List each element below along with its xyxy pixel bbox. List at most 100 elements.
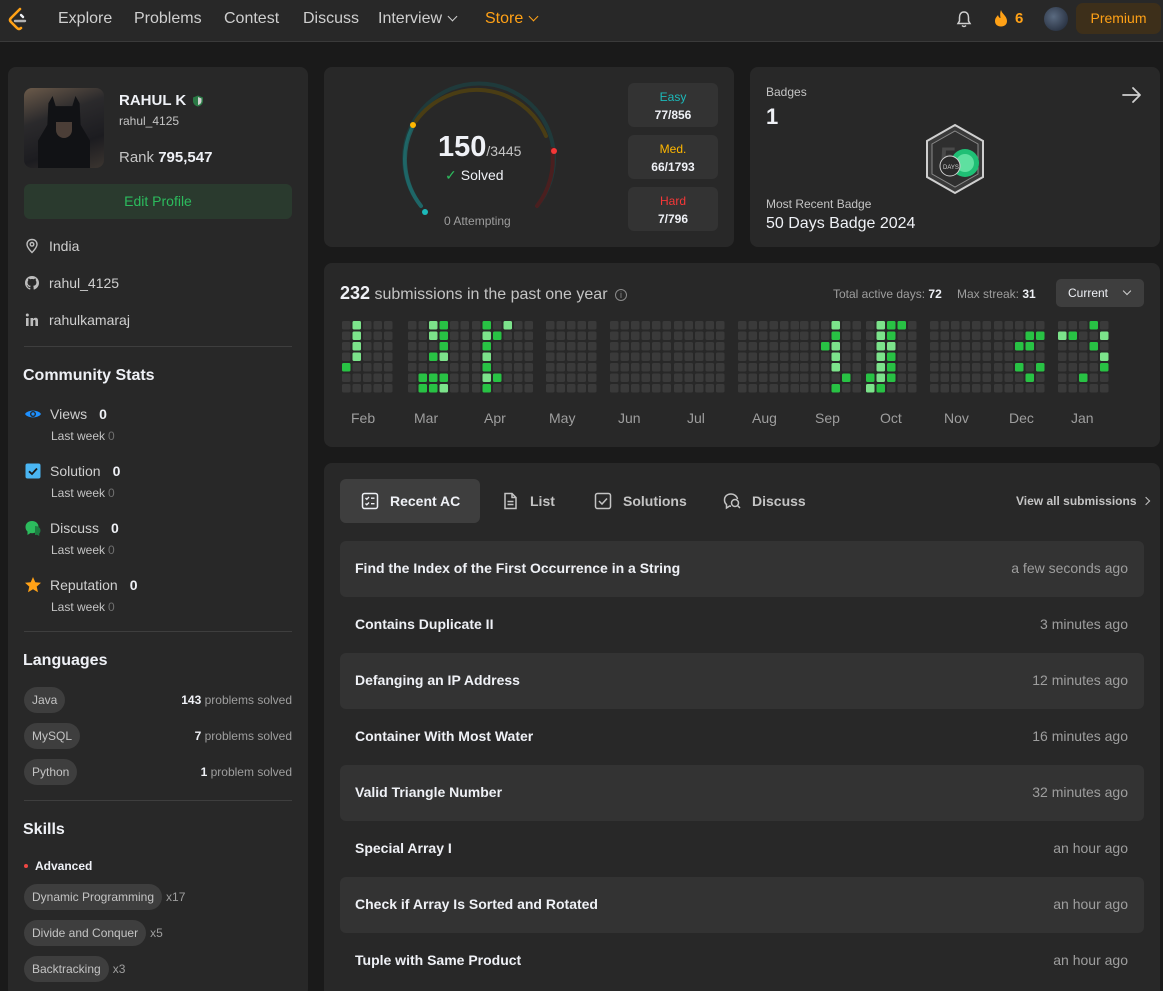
heatmap-cell[interactable] [460, 363, 470, 372]
heatmap-cell-active[interactable] [429, 321, 438, 330]
heatmap-cell[interactable] [450, 363, 459, 372]
heatmap-cell[interactable] [994, 331, 1003, 341]
heatmap-cell[interactable] [972, 384, 981, 393]
heatmap-cell[interactable] [695, 373, 704, 383]
heatmap-cell[interactable] [800, 373, 809, 383]
heatmap-cell[interactable] [769, 384, 779, 393]
heatmap-cell[interactable] [800, 352, 809, 362]
heatmap-cell[interactable] [1068, 342, 1078, 351]
heatmap-cell[interactable] [705, 384, 715, 393]
heatmap-cell[interactable] [961, 373, 971, 383]
heatmap-cell-active[interactable] [429, 384, 438, 393]
heatmap-cell[interactable] [842, 363, 851, 372]
heatmap-cell[interactable] [384, 363, 393, 372]
heatmap-cell[interactable] [577, 342, 587, 351]
heatmap-cell[interactable] [716, 321, 725, 330]
heatmap-cell[interactable] [810, 342, 820, 351]
heatmap-cell[interactable] [384, 373, 393, 383]
heatmap-cell[interactable] [695, 384, 704, 393]
heatmap-cell[interactable] [429, 363, 438, 372]
heatmap-cell[interactable] [631, 321, 640, 330]
heatmap-cell[interactable] [705, 363, 715, 372]
heatmap-cell[interactable] [800, 321, 809, 330]
streak-fire-icon[interactable] [994, 9, 1008, 27]
heatmap-cell[interactable] [810, 384, 820, 393]
heatmap-cell[interactable] [994, 363, 1003, 372]
heatmap-cell[interactable] [674, 352, 683, 362]
heatmap-cell[interactable] [748, 342, 758, 351]
heatmap-cell[interactable] [684, 384, 694, 393]
heatmap-cell-active[interactable] [1015, 363, 1024, 372]
heatmap-cell[interactable] [610, 363, 619, 372]
heatmap-cell[interactable] [790, 384, 800, 393]
heatmap-cell[interactable] [842, 331, 851, 341]
heatmap-cell[interactable] [1015, 352, 1024, 362]
heatmap-cell[interactable] [418, 342, 428, 351]
heatmap-cell[interactable] [662, 363, 672, 372]
heatmap-cell[interactable] [800, 363, 809, 372]
heatmap-cell-active[interactable] [439, 384, 449, 393]
heatmap-cell[interactable] [961, 321, 971, 330]
heatmap-cell[interactable] [384, 331, 393, 341]
heatmap-cell[interactable] [1100, 321, 1109, 330]
heatmap-cell[interactable] [567, 321, 576, 330]
heatmap-cell[interactable] [1036, 321, 1045, 330]
heatmap-cell[interactable] [674, 331, 683, 341]
heatmap-cell-active[interactable] [1068, 331, 1078, 341]
heatmap-cell[interactable] [908, 321, 917, 330]
heatmap-cell[interactable] [460, 321, 470, 330]
heatmap-cell-active[interactable] [876, 373, 886, 383]
heatmap-cell[interactable] [961, 352, 971, 362]
heatmap-cell[interactable] [567, 352, 576, 362]
heatmap-cell[interactable] [810, 321, 820, 330]
heatmap-cell[interactable] [363, 331, 372, 341]
heatmap-cell[interactable] [1058, 342, 1067, 351]
heatmap-cell[interactable] [418, 331, 428, 341]
heatmap-cell[interactable] [1079, 342, 1088, 351]
heatmap-cell[interactable] [652, 384, 661, 393]
heatmap-cell[interactable] [546, 373, 555, 383]
heatmap-cell[interactable] [1100, 342, 1109, 351]
heatmap-cell[interactable] [1089, 363, 1099, 372]
heatmap-cell[interactable] [852, 342, 862, 351]
heatmap-cell-active[interactable] [887, 331, 896, 341]
heatmap-cell[interactable] [821, 352, 830, 362]
heatmap-cell-active[interactable] [1089, 321, 1099, 330]
heatmap-cell[interactable] [951, 331, 960, 341]
heatmap-cell[interactable] [546, 352, 555, 362]
tab-discuss[interactable]: Discuss [702, 479, 826, 523]
heatmap-cell-active[interactable] [429, 331, 438, 341]
heatmap-cell[interactable] [769, 321, 779, 330]
heatmap-cell[interactable] [1004, 373, 1014, 383]
tab-solutions[interactable]: Solutions [573, 479, 707, 523]
heatmap-cell[interactable] [810, 352, 820, 362]
nav-problems[interactable]: Problems [134, 10, 202, 28]
heatmap-cell-active[interactable] [821, 342, 830, 351]
language-chip-java[interactable]: Java [24, 687, 66, 713]
heatmap-cell[interactable] [556, 331, 566, 341]
heatmap-cell[interactable] [460, 342, 470, 351]
heatmap-cell[interactable] [961, 384, 971, 393]
heatmap-cell[interactable] [1025, 363, 1035, 372]
heatmap-cell[interactable] [1015, 373, 1024, 383]
heatmap-cell-active[interactable] [876, 321, 886, 330]
heatmap-cell-active[interactable] [866, 373, 875, 383]
heatmap-cell[interactable] [460, 373, 470, 383]
heatmap-cell[interactable] [738, 331, 747, 341]
heatmap-cell-active[interactable] [482, 352, 492, 362]
heatmap-cell[interactable] [514, 342, 523, 351]
heatmap-cell[interactable] [652, 373, 661, 383]
heatmap-cell[interactable] [930, 363, 939, 372]
heatmap-cell[interactable] [588, 384, 597, 393]
heatmap-cell[interactable] [821, 373, 830, 383]
heatmap-cell-active[interactable] [831, 352, 841, 362]
heatmap-cell[interactable] [705, 342, 715, 351]
heatmap-cell[interactable] [1079, 363, 1088, 372]
heatmap-cell-active[interactable] [418, 373, 428, 383]
heatmap-cell[interactable] [418, 352, 428, 362]
heatmap-cell[interactable] [769, 342, 779, 351]
heatmap-cell[interactable] [842, 321, 851, 330]
heatmap-cell[interactable] [1089, 384, 1099, 393]
heatmap-cell[interactable] [373, 331, 383, 341]
heatmap-cell[interactable] [662, 373, 672, 383]
